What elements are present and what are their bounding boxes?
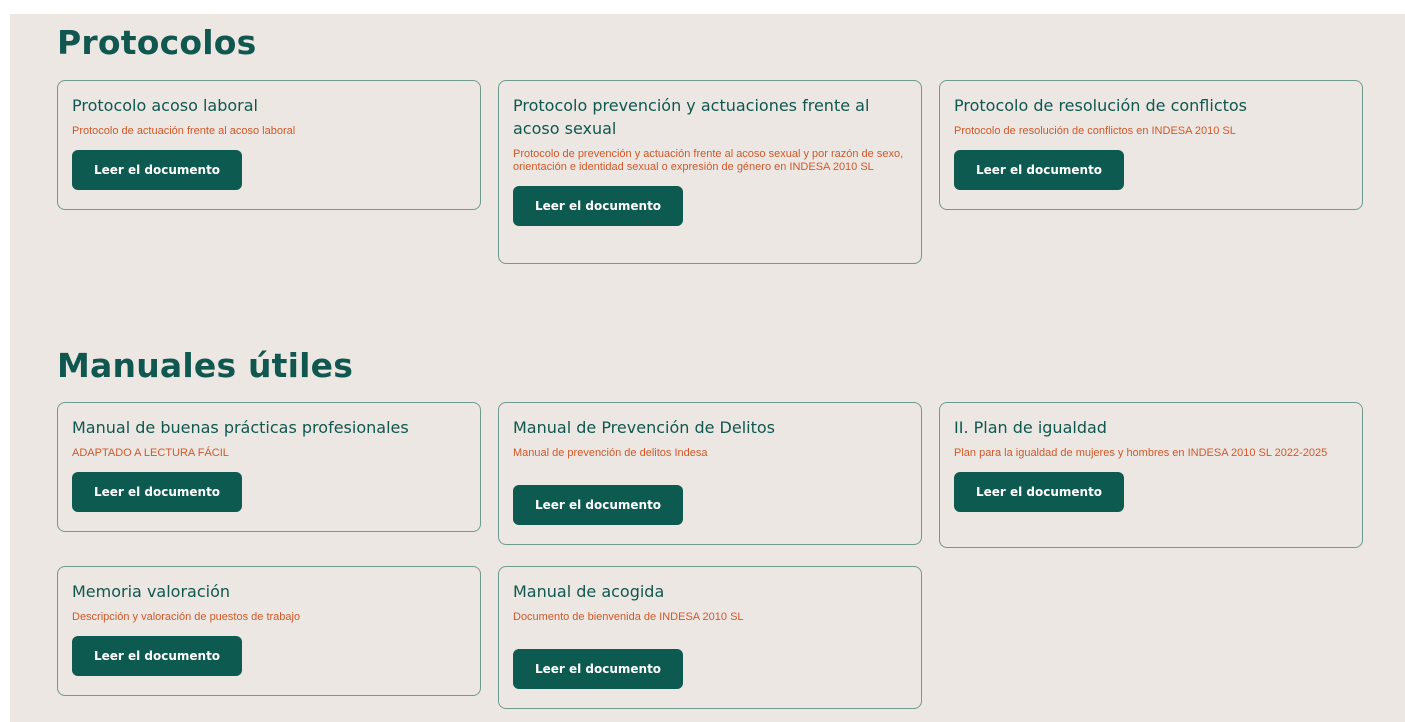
read-document-button[interactable]: Leer el documento (513, 649, 683, 689)
section-title-protocolos: Protocolos (57, 23, 257, 62)
card-title: Protocolo de resolución de conflictos (954, 96, 1248, 115)
read-document-button[interactable]: Leer el documento (954, 150, 1124, 190)
card-title: Manual de acogida (513, 582, 665, 601)
content-area: Protocolos Protocolo acoso laboral Proto… (10, 14, 1405, 722)
document-card-manual-buenas-practicas: Manual de buenas prácticas profesionales… (57, 402, 481, 532)
document-card-protocolo-acoso-laboral: Protocolo acoso laboral Protocolo de act… (57, 80, 481, 210)
document-card-manual-acogida: Manual de acogida Documento de bienvenid… (498, 566, 922, 709)
document-card-memoria-valoracion: Memoria valoración Descripción y valorac… (57, 566, 481, 696)
section-title-manuales-utiles: Manuales útiles (57, 346, 354, 385)
document-card-protocolo-acoso-sexual: Protocolo prevención y actuaciones frent… (498, 80, 922, 264)
card-description: Protocolo de actuación frente al acoso l… (72, 125, 296, 137)
read-document-button[interactable]: Leer el documento (513, 485, 683, 525)
card-title: Protocolo prevención y actuaciones frent… (513, 96, 870, 138)
card-title: Protocolo acoso laboral (72, 96, 258, 115)
read-document-button[interactable]: Leer el documento (954, 472, 1124, 512)
card-description: Plan para la igualdad de mujeres y hombr… (954, 447, 1328, 459)
card-title: II. Plan de igualdad (954, 418, 1107, 437)
read-document-button[interactable]: Leer el documento (72, 636, 242, 676)
read-document-button[interactable]: Leer el documento (513, 186, 683, 226)
card-title: Memoria valoración (72, 582, 230, 601)
card-title: Manual de buenas prácticas profesionales (72, 418, 409, 437)
card-description: Documento de bienvenida de INDESA 2010 S… (513, 611, 744, 623)
document-card-manual-prevencion-delitos: Manual de Prevención de Delitos Manual d… (498, 402, 922, 545)
read-document-button[interactable]: Leer el documento (72, 150, 242, 190)
card-description: Manual de prevención de delitos Indesa (513, 447, 708, 459)
document-card-plan-igualdad: II. Plan de igualdad Plan para la iguald… (939, 402, 1363, 548)
card-description: Protocolo de prevención y actuación fren… (513, 148, 904, 173)
card-title: Manual de Prevención de Delitos (513, 418, 775, 437)
card-description: Protocolo de resolución de conflictos en… (954, 125, 1236, 137)
document-card-protocolo-resolucion-conflictos: Protocolo de resolución de conflictos Pr… (939, 80, 1363, 210)
card-description: Descripción y valoración de puestos de t… (72, 611, 301, 623)
card-description: ADAPTADO A LECTURA FÁCIL (72, 447, 229, 459)
read-document-button[interactable]: Leer el documento (72, 472, 242, 512)
